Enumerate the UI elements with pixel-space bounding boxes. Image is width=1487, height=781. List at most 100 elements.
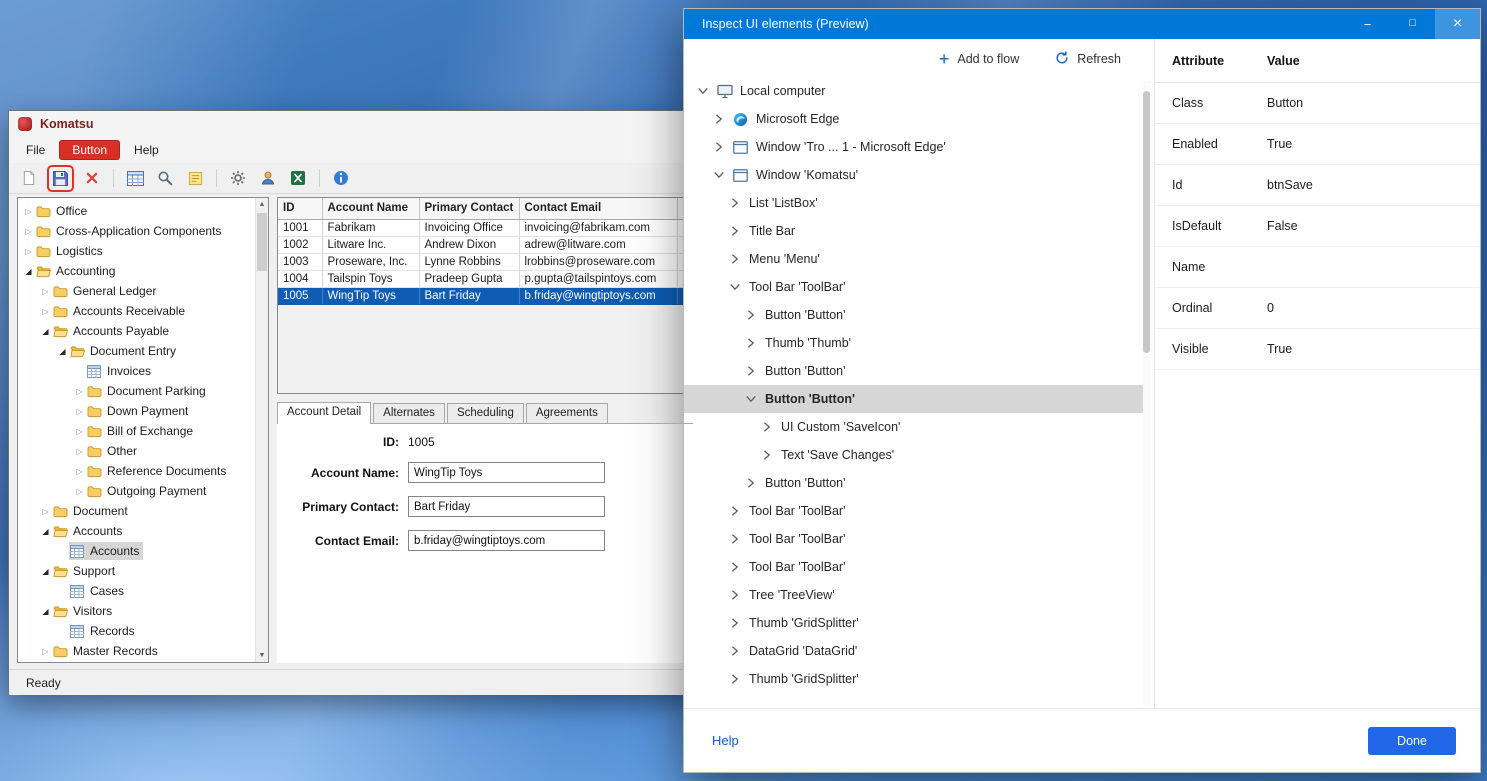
save-icon[interactable]	[47, 165, 74, 192]
chevron-down-icon[interactable]	[714, 170, 724, 180]
tree-item-cross-application-components[interactable]: ▷Cross-Application Components	[18, 221, 268, 241]
chevron-right-icon[interactable]	[730, 618, 740, 628]
scroll-up-icon[interactable]	[256, 198, 268, 211]
komatsu-tree-scrollbar[interactable]	[255, 198, 268, 662]
tree-collapsed-arrow-icon[interactable]: ▷	[39, 287, 52, 296]
tree-expanded-arrow-icon[interactable]: ◢	[39, 567, 52, 576]
chevron-right-icon[interactable]	[746, 366, 756, 376]
close-button[interactable]: ×	[1435, 9, 1480, 39]
tree-item-accounts[interactable]: ◢Accounts	[18, 521, 268, 541]
contacts-icon[interactable]	[256, 166, 280, 190]
tree-item-accounts[interactable]: Accounts	[18, 541, 268, 561]
export-excel-icon[interactable]	[286, 166, 310, 190]
chevron-right-icon[interactable]	[762, 422, 772, 432]
tree-item-cases[interactable]: Cases	[18, 581, 268, 601]
tree-item-office[interactable]: ▷Office	[18, 201, 268, 221]
table-row[interactable]: 1001FabrikamInvoicing Officeinvoicing@fa…	[278, 219, 692, 236]
tree-item-bill-of-exchange[interactable]: ▷Bill of Exchange	[18, 421, 268, 441]
tree-item-records[interactable]: Records	[18, 621, 268, 641]
tree-item-visitors[interactable]: ◢Visitors	[18, 601, 268, 621]
chevron-right-icon[interactable]	[730, 506, 740, 516]
inspector-tree-item[interactable]: Window 'Tro ... 1 - Microsoft Edge'	[684, 133, 1146, 161]
tree-expanded-arrow-icon[interactable]: ◢	[39, 607, 52, 616]
inspector-tree-scrollbar[interactable]	[1143, 81, 1150, 705]
tree-collapsed-arrow-icon[interactable]: ▷	[73, 447, 86, 456]
chevron-right-icon[interactable]	[730, 646, 740, 656]
chevron-right-icon[interactable]	[714, 142, 724, 152]
chevron-right-icon[interactable]	[762, 450, 772, 460]
tab-agreements[interactable]: Agreements	[526, 403, 608, 423]
tree-collapsed-arrow-icon[interactable]: ▷	[22, 207, 35, 216]
inspector-tree-item[interactable]: Tool Bar 'ToolBar'	[684, 273, 1146, 301]
column-header-primary-contact[interactable]: Primary Contact	[419, 198, 519, 219]
tree-item-outgoing-payment[interactable]: ▷Outgoing Payment	[18, 481, 268, 501]
scrollbar-thumb[interactable]	[1143, 91, 1150, 353]
menu-item-file[interactable]: File	[19, 141, 52, 159]
tab-scheduling[interactable]: Scheduling	[447, 403, 524, 423]
inspector-tree-item[interactable]: Window 'Komatsu'	[684, 161, 1146, 189]
tree-collapsed-arrow-icon[interactable]: ▷	[73, 427, 86, 436]
account-name-input[interactable]	[408, 462, 605, 483]
tree-item-accounting[interactable]: ◢Accounting	[18, 261, 268, 281]
tree-collapsed-arrow-icon[interactable]: ▷	[39, 307, 52, 316]
tree-expanded-arrow-icon[interactable]: ◢	[22, 267, 35, 276]
inspector-tree-item[interactable]: List 'ListBox'	[684, 189, 1146, 217]
chevron-right-icon[interactable]	[730, 534, 740, 544]
done-button[interactable]: Done	[1368, 727, 1456, 755]
tree-collapsed-arrow-icon[interactable]: ▷	[73, 467, 86, 476]
table-view-icon[interactable]	[123, 166, 147, 190]
chevron-right-icon[interactable]	[746, 338, 756, 348]
tree-expanded-arrow-icon[interactable]: ◢	[39, 327, 52, 336]
inspector-tree-item[interactable]: Button 'Button'	[684, 357, 1146, 385]
delete-icon[interactable]	[80, 166, 104, 190]
tree-item-logistics[interactable]: ▷Logistics	[18, 241, 268, 261]
menu-item-button[interactable]: Button	[59, 140, 120, 160]
help-link[interactable]: Help	[712, 733, 739, 748]
tree-item-accounts-receivable[interactable]: ▷Accounts Receivable	[18, 301, 268, 321]
inspector-tree-item[interactable]: Thumb 'GridSplitter'	[684, 609, 1146, 637]
inspector-tree-item[interactable]: Title Bar	[684, 217, 1146, 245]
tree-item-master-records[interactable]: ▷Master Records	[18, 641, 268, 661]
tree-item-document-parking[interactable]: ▷Document Parking	[18, 381, 268, 401]
tree-collapsed-arrow-icon[interactable]: ▷	[73, 407, 86, 416]
inspector-tree-item[interactable]: DataGrid 'DataGrid'	[684, 637, 1146, 665]
inspector-tree-item[interactable]: Thumb 'GridSplitter'	[684, 665, 1146, 693]
chevron-right-icon[interactable]	[714, 114, 724, 124]
inspector-tree-item[interactable]: Menu 'Menu'	[684, 245, 1146, 273]
chevron-right-icon[interactable]	[730, 226, 740, 236]
inspector-tree-item[interactable]: Thumb 'Thumb'	[684, 329, 1146, 357]
chevron-down-icon[interactable]	[698, 86, 708, 96]
tree-item-reference-documents[interactable]: ▷Reference Documents	[18, 461, 268, 481]
tree-item-general-ledger[interactable]: ▷General Ledger	[18, 281, 268, 301]
chevron-right-icon[interactable]	[730, 674, 740, 684]
tree-collapsed-arrow-icon[interactable]: ▷	[39, 507, 52, 516]
column-header-id[interactable]: ID	[278, 198, 322, 219]
inspector-tree-item[interactable]: Text 'Save Changes'	[684, 441, 1146, 469]
primary-contact-input[interactable]	[408, 496, 605, 517]
contact-email-input[interactable]	[408, 530, 605, 551]
tree-collapsed-arrow-icon[interactable]: ▷	[73, 487, 86, 496]
chevron-right-icon[interactable]	[730, 562, 740, 572]
tab-alternates[interactable]: Alternates	[373, 403, 445, 423]
tree-collapsed-arrow-icon[interactable]: ▷	[73, 387, 86, 396]
inspector-tree-item[interactable]: Tool Bar 'ToolBar'	[684, 553, 1146, 581]
chevron-right-icon[interactable]	[730, 198, 740, 208]
info-icon[interactable]	[329, 166, 353, 190]
inspector-tree-item[interactable]: Tool Bar 'ToolBar'	[684, 497, 1146, 525]
tree-expanded-arrow-icon[interactable]: ◢	[39, 527, 52, 536]
new-document-icon[interactable]	[17, 166, 41, 190]
search-icon[interactable]	[153, 166, 177, 190]
table-row[interactable]: 1002Litware Inc.Andrew Dixonadrew@litwar…	[278, 236, 692, 253]
tree-collapsed-arrow-icon[interactable]: ▷	[39, 647, 52, 656]
inspector-tree-item[interactable]: Microsoft Edge	[684, 105, 1146, 133]
scrollbar-thumb[interactable]	[257, 213, 267, 271]
tab-account-detail[interactable]: Account Detail	[277, 402, 371, 424]
maximize-button[interactable]: □	[1390, 9, 1435, 39]
tree-item-document-entry[interactable]: ◢Document Entry	[18, 341, 268, 361]
tree-item-document[interactable]: ▷Document	[18, 501, 268, 521]
tree-collapsed-arrow-icon[interactable]: ▷	[22, 227, 35, 236]
settings-gear-icon[interactable]	[226, 166, 250, 190]
chevron-right-icon[interactable]	[730, 590, 740, 600]
tree-item-accounts-payable[interactable]: ◢Accounts Payable	[18, 321, 268, 341]
inspector-tree-item[interactable]: Local computer	[684, 77, 1146, 105]
